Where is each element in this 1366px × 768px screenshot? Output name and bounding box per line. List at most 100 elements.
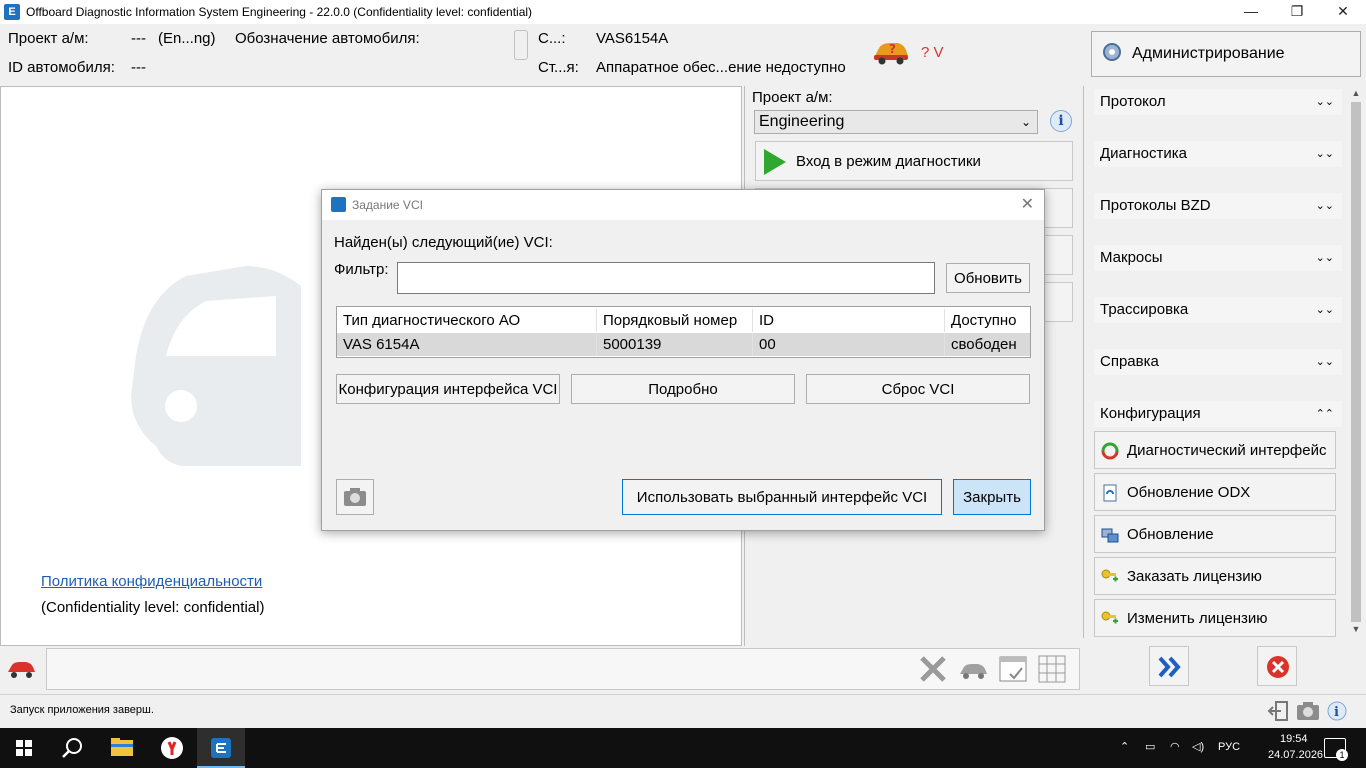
column-header[interactable]: Тип диагностического АО bbox=[337, 309, 597, 332]
project-select-value: Engineering bbox=[759, 113, 845, 130]
app-icon: E bbox=[4, 4, 20, 20]
vci-table: Тип диагностического АО Порядковый номер… bbox=[336, 306, 1031, 358]
checklist-icon[interactable] bbox=[998, 654, 1028, 684]
column-header[interactable]: Доступно bbox=[945, 309, 1030, 332]
close-dialog-button[interactable]: Закрыть bbox=[953, 479, 1031, 515]
column-header[interactable]: ID bbox=[753, 309, 945, 332]
section-protocol[interactable]: Протокол ⌄⌄ bbox=[1094, 89, 1342, 115]
section-help[interactable]: Справка ⌄⌄ bbox=[1094, 349, 1342, 375]
use-selected-vci-button[interactable]: Использовать выбранный интерфейс VCI bbox=[622, 479, 942, 515]
project-select[interactable]: Engineering ⌄ bbox=[754, 110, 1038, 134]
camera-icon bbox=[344, 488, 366, 506]
vehicle-id-label: ID автомобиля: bbox=[8, 59, 115, 76]
diagnostic-interface-button[interactable]: Диагностический интерфейс bbox=[1094, 431, 1336, 469]
odx-update-button[interactable]: Обновление ODX bbox=[1094, 473, 1336, 511]
volume-icon[interactable]: ◁) bbox=[1192, 740, 1204, 753]
change-license-button[interactable]: Изменить лицензию bbox=[1094, 599, 1336, 637]
order-license-label: Заказать лицензию bbox=[1127, 567, 1262, 585]
search-icon[interactable] bbox=[48, 728, 96, 768]
table-cell: свободен bbox=[951, 336, 1017, 353]
battery-icon[interactable]: ▭ bbox=[1145, 740, 1155, 753]
enter-diagnostics-button[interactable]: Вход в режим диагностики bbox=[755, 141, 1073, 181]
window-title: Offboard Diagnostic Information System E… bbox=[26, 5, 533, 19]
vci-dialog: Задание VCI ✕ Найден(ы) следующий(ие) VC… bbox=[321, 189, 1045, 531]
table-cell: VAS 6154A bbox=[337, 333, 597, 356]
status-value: Аппаратное обес...ение недоступно bbox=[596, 59, 846, 76]
administration-button[interactable]: Администрирование bbox=[1091, 31, 1361, 77]
section-label: Справка bbox=[1100, 353, 1159, 370]
diagnostic-interface-label: Диагностический интерфейс bbox=[1127, 441, 1327, 459]
c-label: С...: bbox=[538, 30, 566, 47]
table-row[interactable]: VAS 6154A 5000139 00 свободен bbox=[337, 333, 1030, 356]
close-window-button[interactable]: ✕ bbox=[1320, 0, 1366, 24]
section-label: Диагностика bbox=[1100, 145, 1187, 162]
column-header[interactable]: Порядковый номер bbox=[597, 309, 753, 332]
double-chevron-right-icon bbox=[1158, 656, 1181, 678]
table-cell: 00 bbox=[753, 333, 945, 356]
svg-text:?: ? bbox=[889, 42, 896, 56]
mid-project-label: Проект а/м: bbox=[752, 89, 833, 106]
car-watermark-icon bbox=[126, 256, 301, 471]
found-vci-label: Найден(ы) следующий(ие) VCI: bbox=[334, 234, 553, 251]
filter-input[interactable] bbox=[397, 262, 935, 294]
project-value: --- bbox=[131, 30, 146, 47]
logout-icon[interactable] bbox=[1267, 700, 1289, 727]
scroll-down-icon[interactable]: ▼ bbox=[1348, 624, 1364, 634]
change-license-label: Изменить лицензию bbox=[1127, 609, 1268, 627]
minimize-button[interactable]: — bbox=[1228, 0, 1274, 24]
help-info-icon[interactable]: i bbox=[1326, 700, 1348, 727]
chevron-down-icon: ⌄⌄ bbox=[1315, 148, 1334, 160]
table-header-row: Тип диагностического АО Порядковый номер… bbox=[337, 309, 1030, 332]
chevron-down-icon: ⌄⌄ bbox=[1315, 356, 1334, 368]
section-tracing[interactable]: Трассировка ⌄⌄ bbox=[1094, 297, 1342, 323]
section-macros[interactable]: Макросы ⌄⌄ bbox=[1094, 245, 1342, 271]
administration-label: Администрирование bbox=[1132, 45, 1285, 62]
grid-icon[interactable] bbox=[1037, 654, 1067, 684]
car-icon[interactable] bbox=[6, 654, 36, 684]
dialog-title: Задание VCI bbox=[352, 198, 423, 212]
details-button[interactable]: Подробно bbox=[571, 374, 795, 404]
clock-date[interactable]: 24.07.2026 bbox=[1268, 749, 1323, 761]
file-explorer-icon[interactable] bbox=[98, 728, 146, 768]
dialog-close-icon[interactable]: ✕ bbox=[1021, 194, 1034, 214]
section-bzd-protocols[interactable]: Протоколы BZD ⌄⌄ bbox=[1094, 193, 1342, 219]
refresh-button[interactable]: Обновить bbox=[946, 263, 1030, 293]
scroll-up-icon[interactable]: ▲ bbox=[1348, 88, 1364, 98]
camera-icon[interactable] bbox=[1296, 700, 1320, 727]
cancel-tools-icon[interactable] bbox=[918, 654, 948, 684]
status-question: ? V bbox=[921, 44, 944, 61]
configure-vci-button[interactable]: Конфигурация интерфейса VCI bbox=[336, 374, 560, 404]
enter-diagnostics-label: Вход в режим диагностики bbox=[796, 152, 981, 170]
section-diagnostics[interactable]: Диагностика ⌄⌄ bbox=[1094, 141, 1342, 167]
forward-button[interactable] bbox=[1149, 646, 1189, 686]
windows-start-icon[interactable] bbox=[0, 728, 48, 768]
gear-icon bbox=[1100, 40, 1124, 69]
info-icon[interactable]: i bbox=[1050, 110, 1072, 132]
vehicle-designation-label: Обозначение автомобиля: bbox=[235, 30, 420, 47]
section-configuration[interactable]: Конфигурация ⌃⌃ bbox=[1094, 401, 1342, 427]
privacy-policy-link[interactable]: Политика конфиденциальности bbox=[41, 573, 262, 590]
interface-icon bbox=[1101, 442, 1119, 460]
status-label: Ст...я: bbox=[538, 59, 579, 76]
scroll-thumb[interactable] bbox=[1351, 102, 1361, 622]
reset-vci-button[interactable]: Сброс VCI bbox=[806, 374, 1030, 404]
maximize-button[interactable]: ❐ bbox=[1274, 0, 1320, 24]
keyboard-language[interactable]: РУС bbox=[1218, 741, 1240, 753]
odis-app-icon[interactable] bbox=[197, 728, 245, 768]
tray-chevron-icon[interactable]: ⌃ bbox=[1120, 740, 1129, 753]
order-license-button[interactable]: Заказать лицензию bbox=[1094, 557, 1336, 595]
wifi-icon[interactable]: ◠ bbox=[1170, 740, 1180, 753]
yandex-browser-icon[interactable] bbox=[148, 728, 196, 768]
sidebar-scrollbar[interactable]: ▲ ▼ bbox=[1348, 86, 1364, 638]
vehicle-grey-icon[interactable] bbox=[958, 654, 988, 684]
network-update-icon bbox=[1101, 526, 1119, 544]
notifications-icon[interactable]: 1 bbox=[1324, 738, 1348, 761]
cancel-button[interactable] bbox=[1257, 646, 1297, 686]
section-label: Трассировка bbox=[1100, 301, 1189, 318]
clock-time[interactable]: 19:54 bbox=[1280, 733, 1308, 745]
project-short: (En...ng) bbox=[158, 30, 216, 47]
update-button[interactable]: Обновление bbox=[1094, 515, 1336, 553]
chevron-down-icon: ⌄⌄ bbox=[1315, 252, 1334, 264]
screenshot-button[interactable] bbox=[336, 479, 374, 515]
section-label: Макросы bbox=[1100, 249, 1163, 266]
